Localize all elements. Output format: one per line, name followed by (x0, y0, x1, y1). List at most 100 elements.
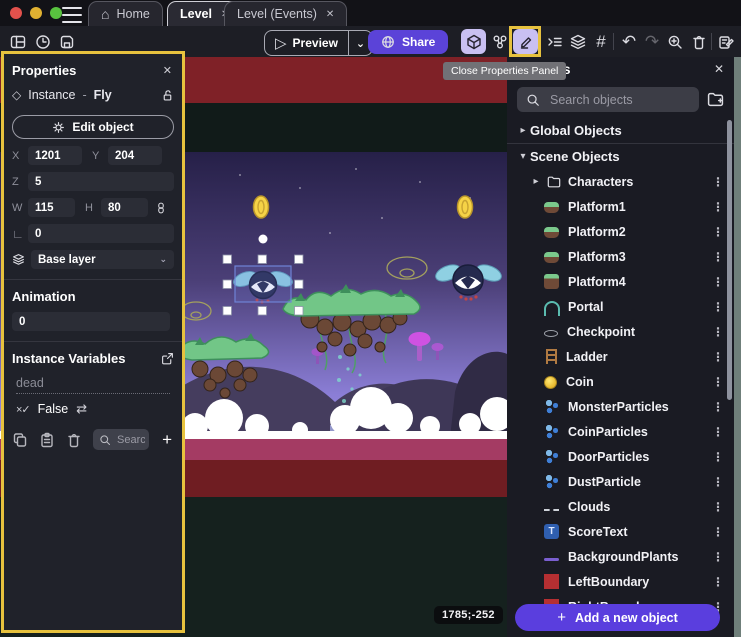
tab-home[interactable]: ⌂ Home (88, 1, 163, 26)
caret-right-icon: ▸ (529, 176, 543, 187)
y-label: Y (92, 150, 102, 162)
portal-sprite-icon (544, 301, 560, 316)
instances-button[interactable] (488, 29, 512, 54)
object-item[interactable]: Portal⋮ (507, 294, 734, 319)
object-item[interactable]: Platform2⋮ (507, 219, 734, 244)
window-scrollbar[interactable] (734, 57, 741, 637)
rotate-handle[interactable] (259, 235, 268, 244)
gear-icon (52, 121, 65, 134)
height-field[interactable] (101, 198, 148, 217)
objects-panel: Objects ✕ ▸ Global Objects ▾ Scene Objec… (507, 57, 734, 637)
search-icon (526, 93, 540, 107)
add-variable-button[interactable]: + (160, 430, 174, 450)
redo-button[interactable]: ↷ (640, 29, 664, 54)
objects-scrollbar-thumb[interactable] (727, 120, 732, 400)
edit-object-button[interactable]: Edit object (12, 115, 174, 139)
search-icon (99, 434, 111, 446)
link-dimensions-icon[interactable] (155, 201, 167, 215)
item-menu-icon[interactable]: ⋮ (712, 425, 734, 439)
undo-button[interactable]: ↶ (617, 29, 641, 54)
width-field[interactable] (28, 198, 75, 217)
share-button[interactable]: Share (368, 30, 448, 54)
delete-button[interactable] (687, 29, 711, 54)
main-menu-icon[interactable] (62, 5, 82, 25)
add-new-object-button[interactable]: + Add a new object (515, 604, 720, 631)
animation-field[interactable] (12, 312, 170, 331)
instance-variables-title: Instance Variables (12, 351, 125, 366)
close-objects-panel-icon[interactable]: ✕ (714, 62, 724, 76)
zoom-in-button[interactable] (663, 29, 687, 54)
y-field[interactable] (108, 146, 162, 165)
variable-name[interactable]: dead (16, 376, 170, 394)
preview-button[interactable]: ▷ Preview (265, 31, 348, 55)
object-item[interactable]: BackgroundPlants⋮ (507, 544, 734, 569)
edit-mode-pencil-button[interactable] (513, 29, 538, 54)
object-item[interactable]: CoinParticles⋮ (507, 419, 734, 444)
object-item[interactable]: Platform3⋮ (507, 244, 734, 269)
tab-level-events[interactable]: Level (Events) ✕ (224, 1, 347, 26)
preview-button-group: ▷ Preview ⌄ (264, 30, 373, 56)
object-item[interactable]: Checkpoint⋮ (507, 319, 734, 344)
object-item[interactable]: Clouds⋮ (507, 494, 734, 519)
coin[interactable] (458, 196, 473, 218)
folder-characters[interactable]: ▸ Characters ⋮ (507, 169, 734, 194)
item-menu-icon[interactable]: ⋮ (712, 525, 734, 539)
angle-field[interactable] (28, 224, 174, 243)
item-menu-icon[interactable]: ⋮ (712, 450, 734, 464)
item-menu-icon[interactable]: ⋮ (712, 475, 734, 489)
layers-button[interactable] (566, 29, 590, 54)
trash-icon[interactable] (66, 432, 82, 448)
object-item[interactable]: Platform4⋮ (507, 269, 734, 294)
3d-view-button[interactable] (461, 29, 486, 54)
group-global-objects[interactable]: ▸ Global Objects (507, 118, 734, 143)
variables-search-input[interactable] (115, 433, 147, 447)
object-item[interactable]: DustParticle⋮ (507, 469, 734, 494)
close-window-button[interactable] (10, 7, 22, 19)
variable-value[interactable]: False (38, 402, 69, 416)
object-item[interactable]: Coin⋮ (507, 369, 734, 394)
particles-sprite-icon (544, 449, 559, 464)
close-properties-icon[interactable]: ✕ (161, 62, 174, 79)
boundary-sprite-icon (544, 574, 559, 589)
copy-icon[interactable] (12, 432, 28, 448)
ladder-sprite-icon (546, 349, 557, 364)
z-field[interactable] (28, 172, 174, 191)
item-menu-icon[interactable]: ⋮ (712, 500, 734, 514)
variables-search[interactable] (93, 429, 149, 450)
lock-open-icon[interactable] (161, 89, 174, 102)
object-item[interactable]: TScoreText⋮ (507, 519, 734, 544)
scene-properties-button[interactable] (714, 29, 738, 54)
object-item[interactable]: Ladder⋮ (507, 344, 734, 369)
object-item[interactable]: Platform1⋮ (507, 194, 734, 219)
item-menu-icon[interactable]: ⋮ (712, 550, 734, 564)
zoom-window-button[interactable] (50, 7, 62, 19)
selection-box[interactable] (235, 266, 291, 302)
x-field[interactable] (28, 146, 82, 165)
object-item[interactable]: MonsterParticles⋮ (507, 394, 734, 419)
minimize-window-button[interactable] (30, 7, 42, 19)
object-item[interactable]: DoorParticles⋮ (507, 444, 734, 469)
dash: - (83, 88, 87, 102)
objects-list-button[interactable] (543, 29, 567, 54)
close-tab-icon[interactable]: ✕ (326, 9, 334, 20)
paste-icon[interactable] (39, 432, 55, 448)
instance-object-name: Fly (94, 88, 112, 102)
item-menu-icon[interactable]: ⋮ (712, 575, 734, 589)
group-scene-objects[interactable]: ▾ Scene Objects (507, 144, 734, 169)
layer-select[interactable]: Base layer ⌄ (31, 250, 174, 269)
grid-button[interactable]: # (589, 29, 613, 54)
item-menu-icon[interactable]: ⋮ (712, 400, 734, 414)
object-item[interactable]: LeftBoundary⋮ (507, 569, 734, 594)
search-objects-box[interactable] (517, 87, 699, 112)
search-objects-input[interactable] (548, 92, 690, 108)
coin-sprite-icon (544, 376, 557, 389)
home-icon: ⌂ (101, 7, 109, 21)
coin[interactable] (254, 196, 269, 218)
angle-icon: ∟ (12, 227, 22, 241)
open-variables-icon[interactable] (161, 352, 174, 365)
plants-sprite-icon (544, 558, 559, 562)
particles-sprite-icon (544, 474, 559, 489)
w-label: W (12, 202, 22, 214)
add-folder-icon[interactable] (707, 91, 724, 108)
toggle-value-icon[interactable]: ⇄ (76, 401, 87, 417)
